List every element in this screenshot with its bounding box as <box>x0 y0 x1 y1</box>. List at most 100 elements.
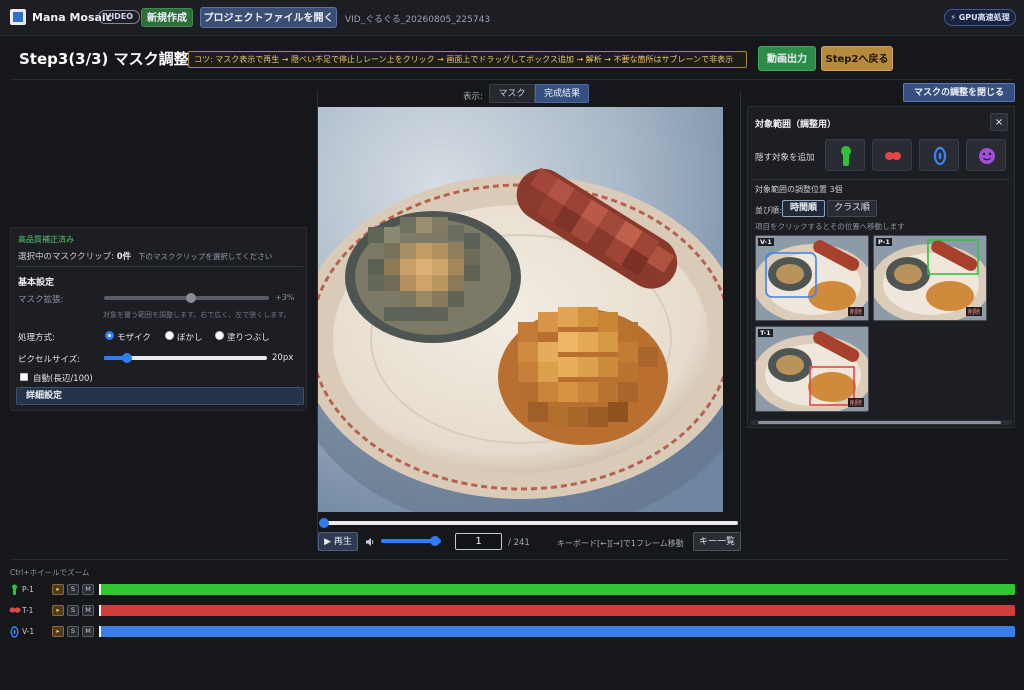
target-range-title: 対象範囲（調整用） <box>755 120 837 130</box>
tab-result[interactable]: 完成結果 <box>535 84 589 103</box>
mask-expand-label: マスク拡張: <box>18 295 64 305</box>
playback-progress-track[interactable] <box>320 521 738 525</box>
auto-pixel-checkbox[interactable] <box>20 373 28 381</box>
back-to-step2-button[interactable]: Step2へ戻る <box>821 46 893 71</box>
thumb-label: P-1 <box>876 238 892 246</box>
zoom-hint: Ctrl+ホイールでズーム <box>10 568 90 577</box>
method-label: 処理方式: <box>18 333 55 343</box>
thumb-delete-button[interactable]: 削除 <box>847 398 864 407</box>
sort-order-label: 並び順: <box>755 206 782 215</box>
app-logo-icon <box>10 9 26 25</box>
selected-clip-count: 0件 <box>116 252 132 262</box>
frame-number-input[interactable]: 1 <box>455 533 502 550</box>
method-fill-label[interactable]: 塗りつぶし <box>227 331 270 343</box>
track-p1-play-button[interactable]: ▸ <box>52 584 64 595</box>
open-project-file-button[interactable]: プロジェクトファイルを開く <box>200 7 337 28</box>
method-mosaic-radio[interactable] <box>105 331 114 340</box>
track-t1-bar[interactable] <box>99 605 1015 616</box>
center-right-divider <box>740 90 741 550</box>
position-thumb-v1[interactable]: V-1 削除 <box>755 235 869 321</box>
track-label-v1: V-1 <box>22 627 35 636</box>
preview-image <box>318 107 723 512</box>
sort-by-class-button[interactable]: クラス順 <box>827 200 877 217</box>
video-badge: VIDEO <box>98 10 141 24</box>
track-p1-mute-button[interactable]: M <box>82 584 94 595</box>
gpu-acceleration-badge[interactable]: ⚡ GPU高速処理 <box>944 9 1016 26</box>
close-mask-adjust-button[interactable]: マスクの調整を閉じる <box>903 83 1015 102</box>
track-p1-bar[interactable] <box>99 584 1015 595</box>
timeline-divider <box>10 559 1008 560</box>
sort-by-time-button[interactable]: 時間順 <box>782 200 825 217</box>
track-t1-play-button[interactable]: ▸ <box>52 605 64 616</box>
video-preview[interactable] <box>318 107 723 512</box>
vulva-icon <box>933 146 947 166</box>
close-icon[interactable]: × <box>990 113 1008 131</box>
basic-settings-heading: 基本設定 <box>18 278 55 288</box>
adjust-position-count: 対象範囲の調整位置 3個 <box>755 185 843 194</box>
method-mosaic-label[interactable]: モザイク <box>117 331 151 343</box>
pixel-size-label: ピクセルサイズ: <box>18 355 81 365</box>
pixel-size-value: 20px <box>272 353 294 363</box>
speaker-icon[interactable] <box>365 537 375 547</box>
key-list-button[interactable]: キー一覧 <box>693 532 741 551</box>
thumb-delete-button[interactable]: 削除 <box>847 307 864 316</box>
mask-settings-panel: 高品質補正済み 選択中のマスククリップ: 0件 下のマスククリップを選択してくだ… <box>10 227 307 411</box>
volume-slider-thumb[interactable] <box>430 536 440 546</box>
method-blur-label[interactable]: ぼかし <box>177 331 203 343</box>
mask-expand-value: +3% <box>275 293 295 302</box>
page-title: Step3(3/3) マスク調整 <box>19 50 189 68</box>
add-face-button[interactable] <box>966 139 1006 171</box>
lips-icon <box>9 607 21 613</box>
export-video-button[interactable]: 動画出力 <box>758 46 816 71</box>
track-t1-mute-button[interactable]: M <box>82 605 94 616</box>
add-lips-button[interactable] <box>872 139 912 171</box>
add-nipple-button[interactable] <box>825 139 865 171</box>
current-filename: VID_ぐるぐる_20260805_225743 <box>345 15 491 25</box>
track-v1-play-button[interactable]: ▸ <box>52 626 64 637</box>
track-t1-solo-button[interactable]: S <box>67 605 79 616</box>
track-p1-solo-button[interactable]: S <box>67 584 79 595</box>
vulva-icon <box>10 626 19 638</box>
track-v1-solo-button[interactable]: S <box>67 626 79 637</box>
thumb-label: T-1 <box>758 329 773 337</box>
keyboard-hint: キーボード[←][→]で1フレーム移動 <box>557 539 684 548</box>
position-thumb-t1[interactable]: T-1 削除 <box>755 326 869 412</box>
display-mode-label: 表示: <box>463 92 483 102</box>
divider <box>16 266 303 267</box>
mask-expand-slider-thumb[interactable] <box>186 293 197 303</box>
thumb-label: V-1 <box>758 238 774 246</box>
track-label-t1: T-1 <box>22 606 34 615</box>
selected-clip-hint: 下のマスククリップを選択してください <box>138 252 273 261</box>
add-vulva-button[interactable] <box>919 139 959 171</box>
track-v1-mute-button[interactable]: M <box>82 626 94 637</box>
playback-progress-thumb[interactable] <box>319 518 329 528</box>
advanced-settings-button[interactable]: 詳細設定 <box>16 387 304 405</box>
face-icon <box>979 148 995 164</box>
thumbs-scrollbar-thumb[interactable] <box>758 421 1001 424</box>
play-button[interactable]: ▶ 再生 <box>318 532 358 551</box>
selected-clip-label: 選択中のマスククリップ: <box>18 252 115 262</box>
click-to-jump-hint: 項目をクリックするとその位置へ移動します <box>755 222 905 231</box>
method-blur-radio[interactable] <box>165 331 174 340</box>
track-label-p1: P-1 <box>22 585 34 594</box>
new-project-button[interactable]: 新規作成 <box>141 8 193 27</box>
quality-status: 高品質補正済み <box>18 235 74 244</box>
position-thumb-p1[interactable]: P-1 削除 <box>873 235 987 321</box>
target-range-panel: 対象範囲（調整用） × 隠す対象を追加 対象範囲の調整位置 3個 並び順: 時間… <box>747 106 1015 428</box>
abalone-mosaic <box>345 211 521 343</box>
method-fill-radio[interactable] <box>215 331 224 340</box>
top-bar: Mana Mosaic VIDEO 新規作成 プロジェクトファイルを開く VID… <box>0 0 1024 36</box>
tab-mask[interactable]: マスク <box>489 84 535 103</box>
track-v1-bar[interactable] <box>99 626 1015 637</box>
lips-icon <box>885 152 901 160</box>
auto-pixel-label[interactable]: 自動(長辺/100) <box>33 372 93 384</box>
selected-clip-info: 選択中のマスククリップ: 0件 <box>18 250 131 262</box>
divider <box>753 179 1009 180</box>
nipple-icon <box>12 584 17 595</box>
tip-banner: コツ: マスク表示で再生 → 隠べい不足で停止しレーン上をクリック → 画面上で… <box>188 51 747 68</box>
thumb-delete-button[interactable]: 削除 <box>965 307 982 316</box>
pixel-size-slider-thumb[interactable] <box>121 353 132 363</box>
nipple-icon <box>841 146 851 166</box>
add-hide-target-label: 隠す対象を追加 <box>755 153 815 163</box>
mask-expand-hint: 対象を覆う範囲を調整します。右で広く、左で狭くします。 <box>103 311 291 319</box>
